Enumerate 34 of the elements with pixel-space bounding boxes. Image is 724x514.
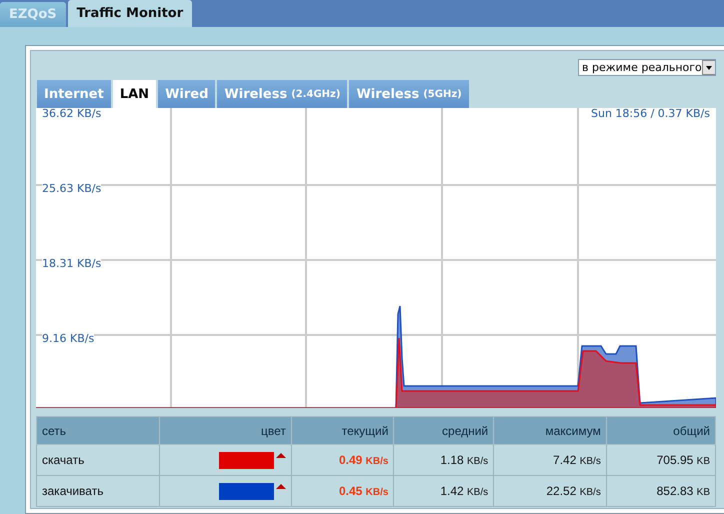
- table-cell: закачивать: [36, 476, 160, 506]
- table-cell: 1.42 KB/s: [394, 476, 494, 506]
- color-swatch[interactable]: [218, 452, 274, 468]
- mode-dropdown[interactable]: в режиме реального: [578, 59, 716, 76]
- column-header: цвет: [159, 416, 292, 444]
- table-cell: 7.42 KB/s: [494, 444, 606, 476]
- top-tab[interactable]: EZQoS: [0, 2, 66, 27]
- interface-tab[interactable]: Wireless (2.4GHz): [217, 80, 348, 108]
- caret-icon[interactable]: [276, 452, 286, 460]
- interface-tab[interactable]: LAN: [112, 80, 156, 108]
- table-cell: скачать: [36, 444, 160, 476]
- axis-label: 36.62 KB/s: [42, 108, 102, 120]
- axis-label: 9.16 KB/s: [42, 333, 94, 345]
- table-cell: 852.83 KB: [606, 476, 716, 506]
- interface-tab[interactable]: Internet: [37, 80, 111, 108]
- column-header: сеть: [36, 416, 160, 444]
- axis-label: 18.31 KB/s: [42, 258, 102, 270]
- interface-tab[interactable]: Wireless (5GHz): [349, 80, 469, 108]
- column-header: максимум: [494, 416, 606, 444]
- table-cell: 0.45 KB/s: [291, 476, 394, 506]
- table-cell: 22.52 KB/s: [494, 476, 606, 506]
- cursor-readout: Sun 18:56 / 0.37 KB/s: [590, 108, 710, 120]
- interface-tab[interactable]: Wired: [158, 80, 216, 108]
- caret-icon[interactable]: [276, 482, 286, 490]
- table-cell: 1.18 KB/s: [394, 444, 494, 476]
- table-cell: 0.49 KB/s: [291, 444, 394, 476]
- column-header: средний: [394, 416, 494, 444]
- column-header: текущий: [291, 416, 394, 444]
- axis-label: 25.63 KB/s: [42, 183, 102, 195]
- color-swatch[interactable]: [218, 482, 274, 500]
- column-header: общий: [606, 416, 716, 444]
- top-tab[interactable]: Traffic Monitor: [68, 0, 192, 27]
- dropdown-arrow-icon: [702, 60, 715, 75]
- table-cell: 705.95 KB: [606, 444, 716, 476]
